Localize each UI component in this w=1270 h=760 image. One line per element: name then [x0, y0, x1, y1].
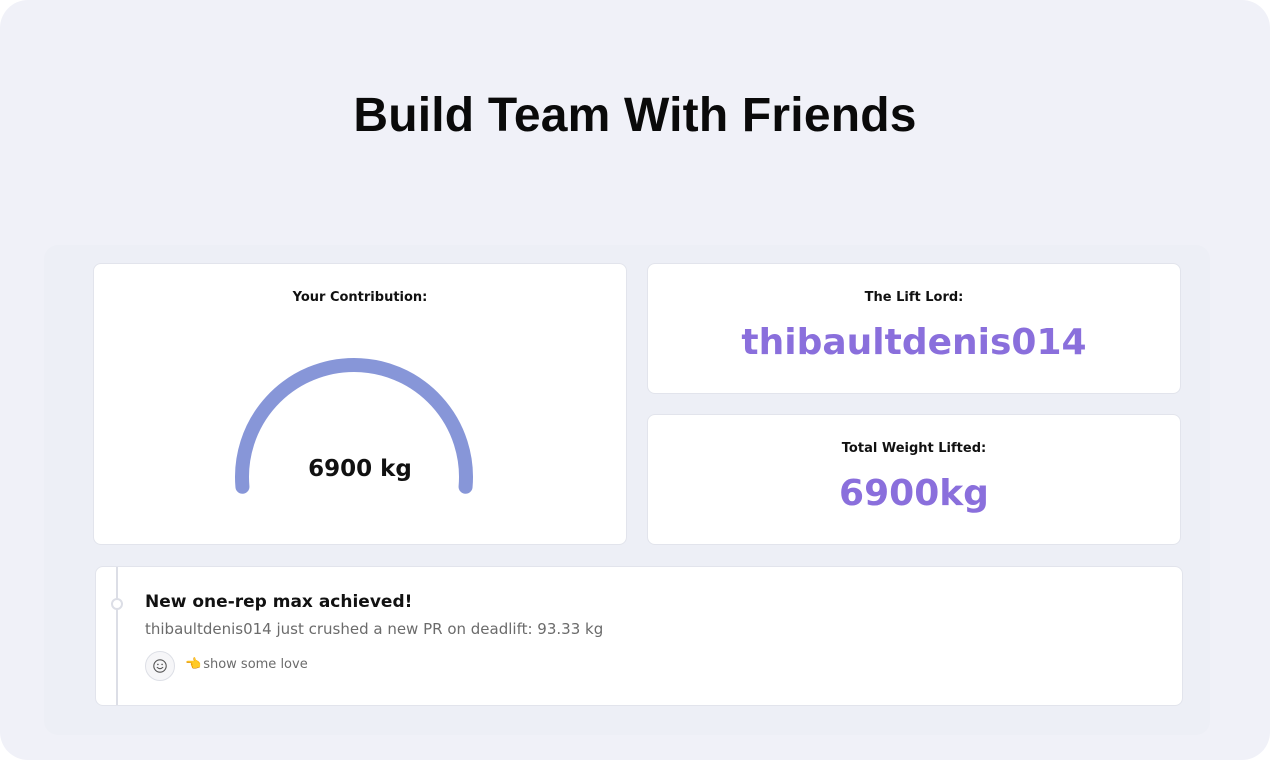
show-love-link[interactable]: 👈 show some love: [185, 657, 308, 672]
show-love-label: show some love: [203, 657, 308, 672]
total-weight-label: Total Weight Lifted:: [841, 441, 987, 456]
reaction-button[interactable]: [145, 651, 175, 681]
lift-lord-username: thibaultdenis014: [741, 322, 1087, 363]
lift-lord-card: The Lift Lord: thibaultdenis014: [647, 263, 1181, 394]
contribution-card: Your Contribution: 6900 kg: [93, 263, 627, 545]
total-weight-value: 6900kg: [839, 473, 989, 514]
page-title: Build Team With Friends: [353, 89, 917, 142]
contribution-value: 6900 kg: [308, 456, 412, 482]
app-frame: Build Team With Friends Your Contributio…: [0, 0, 1270, 760]
timeline-dot: [111, 598, 123, 610]
pointing-hand-icon: 👈: [185, 657, 202, 672]
feed-item-description: thibaultdenis014 just crushed a new PR o…: [145, 620, 604, 638]
smiley-icon: [153, 659, 167, 673]
lift-lord-label: The Lift Lord:: [864, 290, 964, 305]
feed-item: New one-rep max achieved! thibaultdenis0…: [95, 566, 1183, 706]
total-weight-card: Total Weight Lifted: 6900kg: [647, 414, 1181, 545]
timeline-line: [116, 567, 118, 705]
feed-item-title: New one-rep max achieved!: [145, 592, 413, 612]
contribution-label: Your Contribution:: [292, 290, 428, 305]
